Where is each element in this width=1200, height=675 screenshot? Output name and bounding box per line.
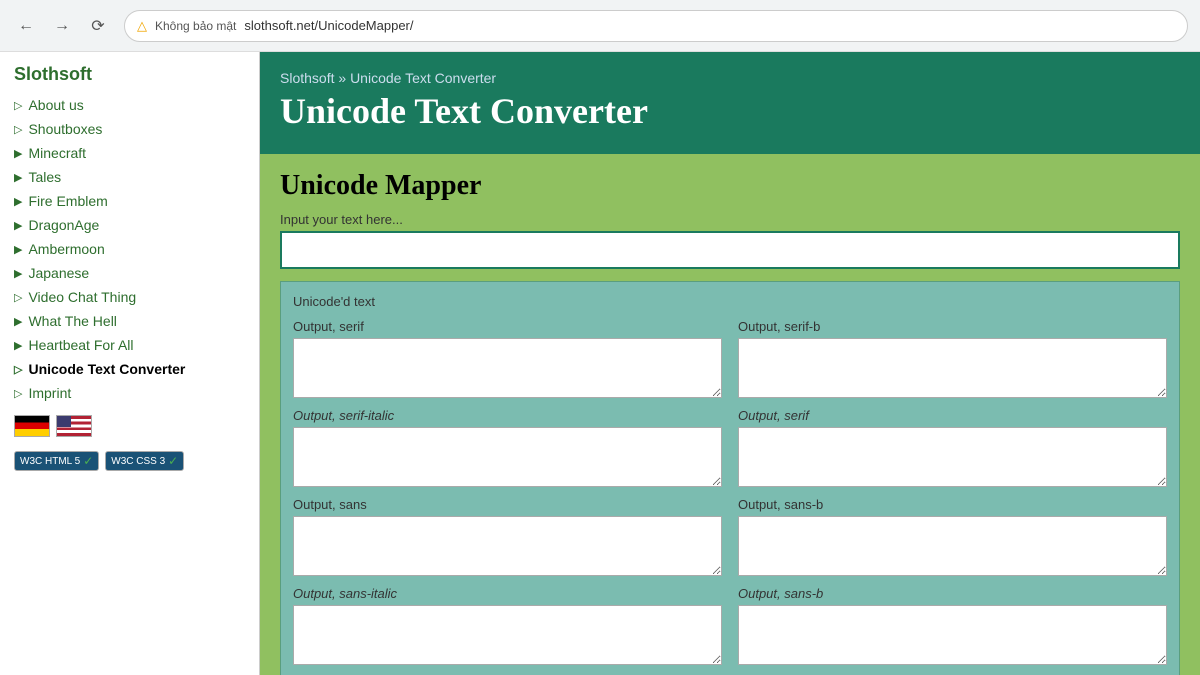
sidebar-arrow-2: ▶ <box>14 147 22 160</box>
sidebar-label-9: What The Hell <box>28 313 116 329</box>
output-textarea-sans-bold-italic[interactable] <box>738 605 1167 665</box>
output-label-serif: Output, serif <box>293 319 722 334</box>
sidebar-item-6[interactable]: ▶ Ambermoon <box>0 237 259 261</box>
sidebar-label-3: Tales <box>28 169 61 185</box>
output-label-sans: Output, sans <box>293 497 722 512</box>
sidebar-flags <box>0 405 259 447</box>
page-title: Unicode Mapper <box>280 170 1180 202</box>
output-group-sans-bold-italic: Output, sans-b <box>738 586 1167 665</box>
text-input[interactable] <box>280 231 1180 269</box>
nav-buttons: ← → ⟳ <box>12 12 112 40</box>
sidebar-item-9[interactable]: ▶ What The Hell <box>0 309 259 333</box>
input-label: Input your text here... <box>280 212 1180 227</box>
outputs-grid: Output, serif Output, serif-b Output, seri… <box>293 319 1167 665</box>
main-body: Unicode Mapper Input your text here... U… <box>260 154 1200 675</box>
sidebar-label-10: Heartbeat For All <box>28 337 133 353</box>
sidebar-arrow-8: ▷ <box>14 291 22 304</box>
sidebar-item-7[interactable]: ▶ Japanese <box>0 261 259 285</box>
sidebar-label-12: Imprint <box>28 385 71 401</box>
sidebar-arrow-9: ▶ <box>14 315 22 328</box>
validator-html[interactable]: W3C HTML 5 ✓ <box>14 451 99 471</box>
sidebar-label-2: Minecraft <box>28 145 86 161</box>
flag-german[interactable] <box>14 415 50 437</box>
sidebar-title: Slothsoft <box>0 52 259 93</box>
output-group-serif-bold-italic: Output, serif <box>738 408 1167 487</box>
sidebar-item-8[interactable]: ▷ Video Chat Thing <box>0 285 259 309</box>
sidebar-label-8: Video Chat Thing <box>28 289 136 305</box>
sidebar-item-10[interactable]: ▶ Heartbeat For All <box>0 333 259 357</box>
sidebar-label-7: Japanese <box>28 265 89 281</box>
outputs-section-label: Unicode'd text <box>293 294 1167 309</box>
output-label-serif-italic: Output, serif-italic <box>293 408 722 423</box>
output-textarea-sans-italic[interactable] <box>293 605 722 665</box>
warning-icon: △ <box>137 18 147 34</box>
output-textarea-sans-bold[interactable] <box>738 516 1167 576</box>
sidebar-label-5: DragonAge <box>28 217 99 233</box>
output-label-sans-bold-italic: Output, sans-b <box>738 586 1167 601</box>
breadcrumb-sep: » <box>334 70 350 86</box>
sidebar: Slothsoft ▷ About us ▷ Shoutboxes ▶ Minecraft… <box>0 52 260 675</box>
sidebar-arrow-10: ▶ <box>14 339 22 352</box>
sidebar-arrow-4: ▶ <box>14 195 22 208</box>
sidebar-label-0: About us <box>28 97 83 113</box>
main-content: Slothsoft » Unicode Text Converter Unico… <box>260 52 1200 675</box>
output-textarea-serif-italic[interactable] <box>293 427 722 487</box>
insecure-label: Không bảo mật <box>155 19 236 33</box>
breadcrumb-site: Slothsoft <box>280 70 334 86</box>
sidebar-arrow-0: ▷ <box>14 99 22 112</box>
flag-us[interactable] <box>56 415 92 437</box>
forward-button[interactable]: → <box>48 12 76 40</box>
sidebar-arrow-1: ▷ <box>14 123 22 136</box>
page-layout: Slothsoft ▷ About us ▷ Shoutboxes ▶ Minecraft… <box>0 52 1200 675</box>
back-button[interactable]: ← <box>12 12 40 40</box>
sidebar-arrow-3: ▶ <box>14 171 22 184</box>
sidebar-item-1[interactable]: ▷ Shoutboxes <box>0 117 259 141</box>
url-display: slothsoft.net/UnicodeMapper/ <box>244 18 413 33</box>
output-group-serif-italic: Output, serif-italic <box>293 408 722 487</box>
output-textarea-sans[interactable] <box>293 516 722 576</box>
sidebar-validators: W3C HTML 5 ✓ W3C CSS 3 ✓ <box>0 447 259 481</box>
validator-html-check: ✓ <box>83 454 93 468</box>
sidebar-arrow-6: ▶ <box>14 243 22 256</box>
reload-button[interactable]: ⟳ <box>84 12 112 40</box>
output-textarea-serif-bold[interactable] <box>738 338 1167 398</box>
outputs-container: Unicode'd text Output, serifOutput, seri… <box>280 281 1180 675</box>
output-group-serif-bold: Output, serif-b <box>738 319 1167 398</box>
sidebar-items-container: ▷ About us ▷ Shoutboxes ▶ Minecraft ▶ Tales ▶ Fir… <box>0 93 259 405</box>
main-header: Slothsoft » Unicode Text Converter Unico… <box>260 52 1200 154</box>
output-textarea-serif[interactable] <box>293 338 722 398</box>
sidebar-item-0[interactable]: ▷ About us <box>0 93 259 117</box>
sidebar-arrow-5: ▶ <box>14 219 22 232</box>
sidebar-arrow-11: ▷ <box>14 363 22 376</box>
sidebar-label-1: Shoutboxes <box>28 121 102 137</box>
output-label-serif-bold-italic: Output, serif <box>738 408 1167 423</box>
address-bar[interactable]: △ Không bảo mật slothsoft.net/UnicodeMap… <box>124 10 1188 42</box>
output-textarea-serif-bold-italic[interactable] <box>738 427 1167 487</box>
breadcrumb-page: Unicode Text Converter <box>350 70 496 86</box>
output-group-sans-italic: Output, sans-italic <box>293 586 722 665</box>
sidebar-item-4[interactable]: ▶ Fire Emblem <box>0 189 259 213</box>
sidebar-item-3[interactable]: ▶ Tales <box>0 165 259 189</box>
sidebar-arrow-7: ▶ <box>14 267 22 280</box>
output-label-serif-bold: Output, serif-b <box>738 319 1167 334</box>
output-group-serif: Output, serif <box>293 319 722 398</box>
validator-css[interactable]: W3C CSS 3 ✓ <box>105 451 184 471</box>
sidebar-item-12[interactable]: ▷ Imprint <box>0 381 259 405</box>
output-group-sans-bold: Output, sans-b <box>738 497 1167 576</box>
header-breadcrumb: Slothsoft » Unicode Text Converter <box>280 70 1180 86</box>
sidebar-item-5[interactable]: ▶ DragonAge <box>0 213 259 237</box>
sidebar-item-11[interactable]: ▷ Unicode Text Converter <box>0 357 259 381</box>
sidebar-item-2[interactable]: ▶ Minecraft <box>0 141 259 165</box>
sidebar-arrow-12: ▷ <box>14 387 22 400</box>
sidebar-label-4: Fire Emblem <box>28 193 107 209</box>
output-label-sans-italic: Output, sans-italic <box>293 586 722 601</box>
sidebar-label-6: Ambermoon <box>28 241 104 257</box>
output-label-sans-bold: Output, sans-b <box>738 497 1167 512</box>
output-group-sans: Output, sans <box>293 497 722 576</box>
browser-chrome: ← → ⟳ △ Không bảo mật slothsoft.net/Unic… <box>0 0 1200 52</box>
header-title: Unicode Text Converter <box>280 90 1180 132</box>
sidebar-label-11: Unicode Text Converter <box>28 361 185 377</box>
validator-css-check: ✓ <box>168 454 178 468</box>
